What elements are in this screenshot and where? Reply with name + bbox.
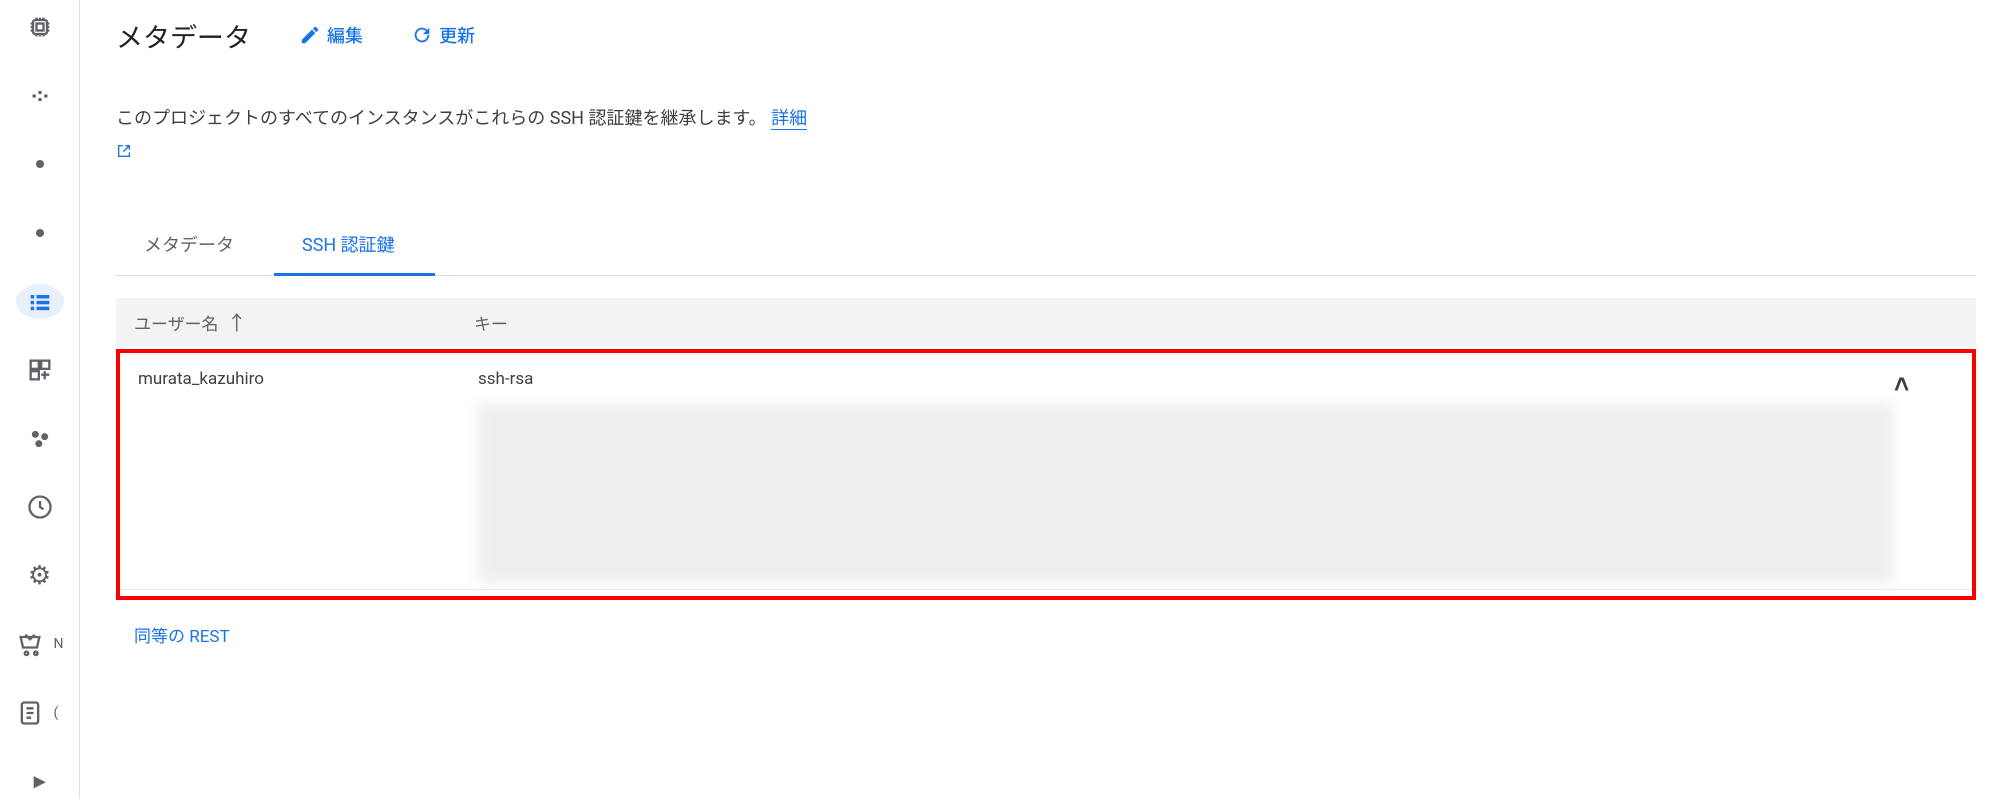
sidebar-grid-icon[interactable] <box>16 353 64 388</box>
description: このプロジェクトのすべてのインスタンスがこれらの SSH 認証鍵を継承します。 … <box>116 104 1076 169</box>
tab-metadata[interactable]: メタデータ <box>116 215 274 275</box>
table-row: murata_kazuhiro ssh-rsa ˄ <box>120 355 1972 590</box>
refresh-icon <box>411 24 433 46</box>
tab-ssh-keys[interactable]: SSH 認証鍵 <box>274 215 435 276</box>
gear-icon: ⚙ <box>28 563 51 589</box>
column-header-user[interactable]: ユーザー名 ↑ <box>134 310 474 335</box>
edit-button[interactable]: 編集 <box>299 22 363 48</box>
ssh-keys-table: ユーザー名 ↑ キー murata_kazuhiro ssh-rsa ˄ <box>116 298 1976 600</box>
dot-icon <box>36 229 44 237</box>
refresh-button[interactable]: 更新 <box>411 22 475 48</box>
sidebar-gear-icon[interactable]: ⚙ <box>16 559 64 594</box>
sidebar-dots-icon[interactable] <box>16 79 64 114</box>
main: メタデータ 編集 更新 このプロジェクトのすべてのインスタンスがこれらの SSH… <box>80 0 2000 799</box>
highlighted-row-border: murata_kazuhiro ssh-rsa ˄ <box>116 349 1976 600</box>
rest-equivalent-link[interactable]: 同等の REST <box>134 622 1976 647</box>
column-header-user-label: ユーザー名 <box>134 310 219 335</box>
sidebar-dot-2[interactable] <box>16 216 64 251</box>
sort-asc-icon: ↑ <box>227 313 247 333</box>
learn-more-link[interactable]: 詳細 <box>771 108 807 130</box>
key-type-label: ssh-rsa <box>478 369 533 389</box>
sidebar-doc-icon[interactable]: ( <box>10 696 70 731</box>
key-blurred-content <box>478 403 1894 583</box>
sidebar-doc-label: ( <box>54 705 59 721</box>
sidebar-dot-1[interactable] <box>16 147 64 182</box>
sidebar-cpu-icon[interactable] <box>16 10 64 45</box>
refresh-button-label: 更新 <box>439 22 475 48</box>
edit-button-label: 編集 <box>327 22 363 48</box>
sidebar: ⚙ N ( ▸ <box>0 0 80 799</box>
sidebar-cart-icon[interactable]: N <box>10 627 70 662</box>
cell-user: murata_kazuhiro <box>138 369 478 389</box>
pencil-icon <box>299 24 321 46</box>
sidebar-cluster-icon[interactable] <box>16 421 64 456</box>
collapse-row-icon[interactable]: ˄ <box>1894 370 1909 400</box>
external-link-icon[interactable] <box>116 139 132 170</box>
sidebar-metadata-icon[interactable] <box>16 284 64 319</box>
table-header: ユーザー名 ↑ キー <box>116 298 1976 347</box>
tabs: メタデータ SSH 認証鍵 <box>116 215 1976 276</box>
sidebar-cart-label: N <box>54 636 64 652</box>
page-title: メタデータ <box>116 16 251 55</box>
cell-key: ssh-rsa <box>478 369 1894 583</box>
dot-icon <box>36 160 44 168</box>
header: メタデータ 編集 更新 <box>116 0 1976 70</box>
description-text: このプロジェクトのすべてのインスタンスがこれらの SSH 認証鍵を継承します。 <box>116 108 771 129</box>
sidebar-expand-icon[interactable]: ▸ <box>16 764 64 799</box>
sidebar-clock-icon[interactable] <box>16 490 64 525</box>
column-header-key[interactable]: キー <box>474 310 1898 335</box>
chevron-right-icon: ▸ <box>34 769 45 794</box>
